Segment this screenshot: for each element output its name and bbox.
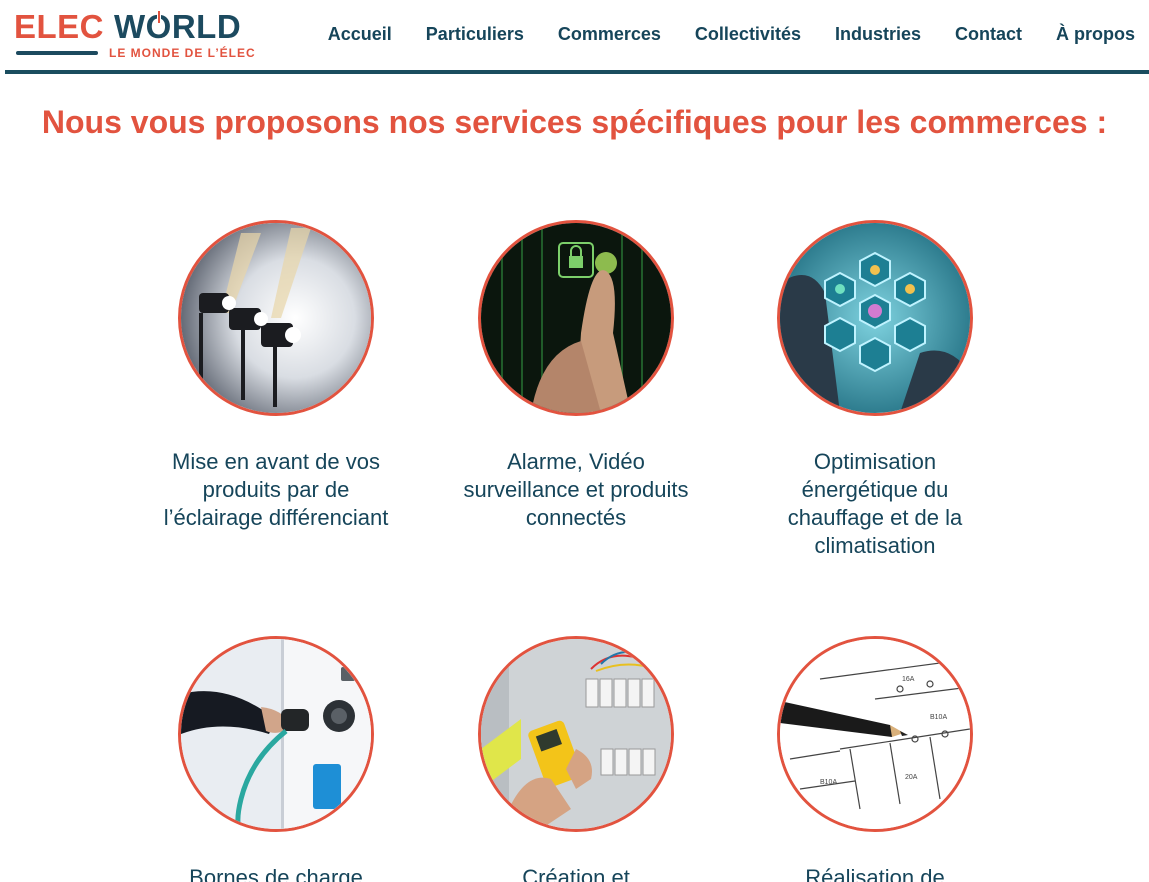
logo-world-rest: RLD: [171, 8, 242, 45]
logo-wordmark: ELEC WO RLD: [14, 8, 241, 46]
nav-particuliers[interactable]: Particuliers: [426, 24, 524, 45]
ev-charging-photo: [178, 636, 374, 832]
service-caption: Réalisation de: [805, 865, 945, 882]
nav-accueil[interactable]: Accueil: [328, 24, 392, 45]
brand-logo[interactable]: ELEC WO RLD LE MONDE DE L’ÉLEC: [14, 8, 256, 62]
nav-collectivites[interactable]: Collectivités: [695, 24, 801, 45]
nav-industries[interactable]: Industries: [835, 24, 921, 45]
svg-text:B10A: B10A: [930, 714, 947, 721]
service-card-charging[interactable]: Bornes de charge: [156, 636, 396, 882]
page: ELEC WO RLD LE MONDE DE L’ÉLEC Accueil Par…: [0, 0, 1149, 882]
power-icon: O: [145, 8, 172, 45]
service-caption: Mise en avant de vos produits par de l’é…: [163, 449, 389, 530]
nav-commerces[interactable]: Commerces: [558, 24, 661, 45]
spotlights-photo: [178, 220, 374, 416]
svg-text:20A: 20A: [905, 774, 918, 781]
main-nav: Accueil Particuliers Commerces Collectiv…: [328, 24, 1135, 45]
electrical-schematic-photo: 16A B10A B10A 20A: [777, 636, 973, 832]
service-card-design[interactable]: 16A B10A B10A 20A Réalisation de: [755, 636, 995, 882]
service-caption: Alarme, Vidéo surveillance et produits c…: [463, 449, 689, 530]
logo-elec-text: ELEC: [14, 8, 105, 45]
logo-world-w: W: [114, 8, 146, 45]
service-caption: Création et: [522, 865, 630, 882]
service-card-installation[interactable]: Création et: [456, 636, 696, 882]
header-divider: [5, 70, 1149, 74]
section-title: Nous vous proposons nos services spécifi…: [41, 104, 1108, 140]
service-card-lighting[interactable]: Mise en avant de vos produits par de l’é…: [156, 220, 396, 532]
site-header: ELEC WO RLD LE MONDE DE L’ÉLEC Accueil Par…: [0, 0, 1149, 74]
security-access-photo: [478, 220, 674, 416]
electrical-panel-photo: [478, 636, 674, 832]
service-caption: Optimisation énergétique du chauffage et…: [787, 449, 963, 558]
svg-text:16A: 16A: [902, 676, 915, 683]
nav-contact[interactable]: Contact: [955, 24, 1022, 45]
energy-icons-photo: [777, 220, 973, 416]
service-card-security[interactable]: Alarme, Vidéo surveillance et produits c…: [456, 220, 696, 532]
svg-text:B10A: B10A: [820, 779, 837, 786]
service-caption: Bornes de charge: [189, 865, 363, 882]
service-card-energy[interactable]: Optimisation énergétique du chauffage et…: [755, 220, 995, 560]
nav-a-propos[interactable]: À propos: [1056, 24, 1135, 45]
logo-underline: [16, 51, 98, 55]
logo-tagline: LE MONDE DE L’ÉLEC: [109, 46, 256, 60]
